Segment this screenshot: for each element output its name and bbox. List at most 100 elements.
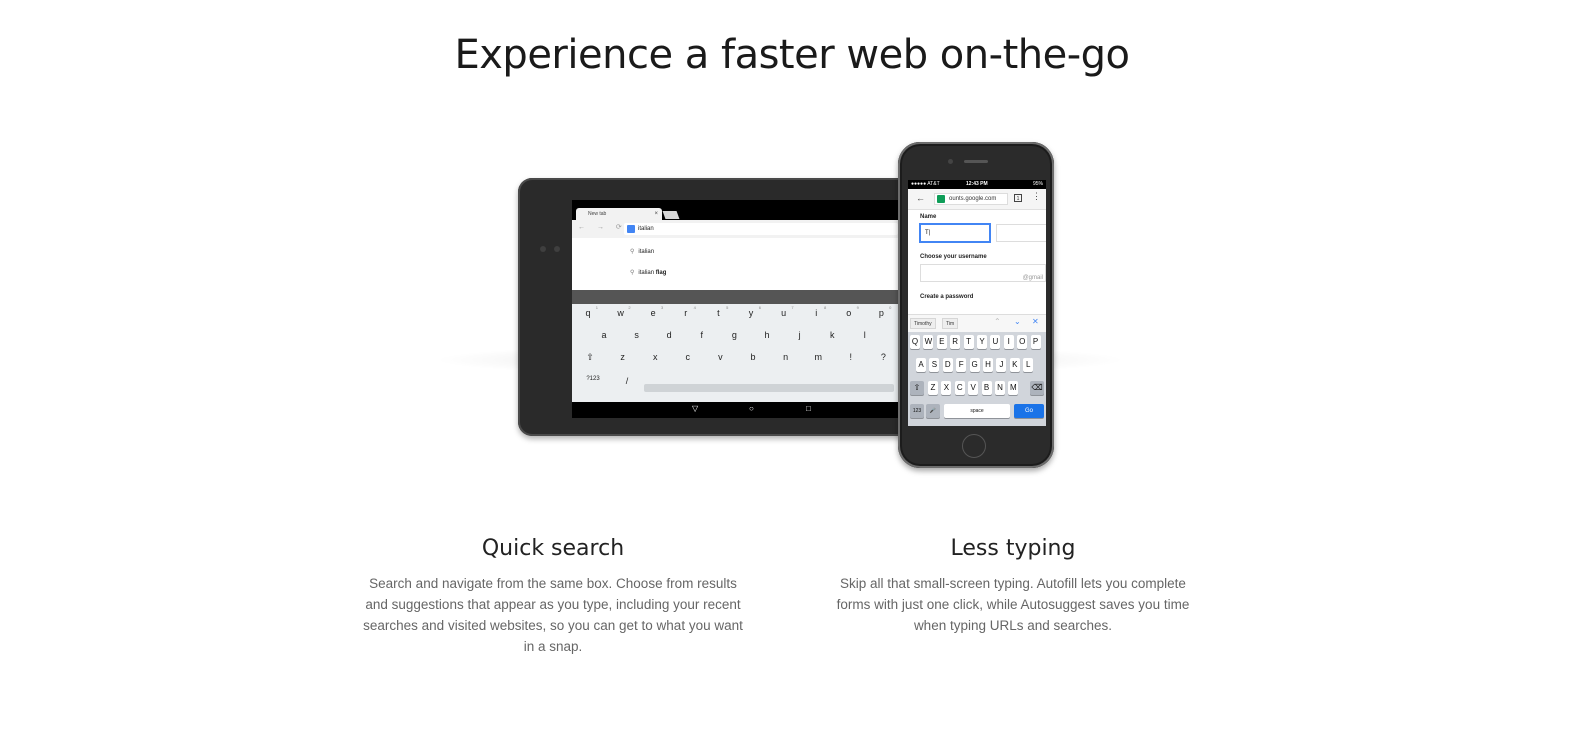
feature-description: Skip all that small-screen typing. Autof… bbox=[836, 576, 1190, 633]
phone-earpiece bbox=[964, 160, 988, 163]
tablet-key: w2 bbox=[617, 305, 631, 318]
feature-less-typing: Less typing Skip all that small-screen t… bbox=[823, 536, 1203, 636]
phone-key: Q bbox=[910, 335, 920, 349]
devices-illustration: New tab × ← → ⟳ italian ⚲ italian ⚲ italia… bbox=[420, 130, 1120, 480]
number-hint: 3 bbox=[660, 305, 664, 310]
chevron-down-icon: ⌄ bbox=[1014, 317, 1021, 326]
tablet-key: d bbox=[666, 330, 672, 340]
suggestion-text: italian bbox=[638, 249, 655, 255]
tablet-screen: New tab × ← → ⟳ italian ⚲ italian ⚲ italia… bbox=[572, 200, 902, 418]
search-icon: ⚲ bbox=[630, 270, 635, 276]
name-label: Name bbox=[920, 214, 937, 220]
autofill-chip: Timothy bbox=[910, 318, 936, 329]
tablet-key: f bbox=[700, 330, 704, 340]
gmail-suffix: @gmail bbox=[1022, 275, 1043, 281]
tablet-tab-bar: New tab × bbox=[572, 208, 902, 220]
page-headline: Experience a faster web on-the-go bbox=[454, 32, 1130, 78]
phone-device: ●●●●● AT&T 12:43 PM 95% ← ounts.google.c… bbox=[898, 142, 1054, 468]
phone-key: C bbox=[954, 381, 965, 395]
phone-key: A bbox=[916, 358, 926, 372]
tablet-omnibox: italian bbox=[624, 223, 898, 235]
phone-key: P bbox=[1030, 335, 1041, 349]
key-go: Go bbox=[1014, 404, 1044, 418]
tablet-key: ! bbox=[849, 352, 853, 362]
tablet-key: x bbox=[652, 352, 658, 362]
suggestion-item: ⚲ italian bbox=[630, 248, 654, 255]
battery-text: 95% bbox=[1032, 181, 1043, 187]
tablet-key: z bbox=[620, 352, 625, 362]
tablet-key: y6 bbox=[748, 305, 761, 318]
phone-key: D bbox=[942, 358, 953, 372]
tab-count-icon: 1 bbox=[1014, 194, 1022, 202]
tablet-keyboard-strip bbox=[572, 290, 902, 304]
phone-key: T bbox=[963, 335, 974, 349]
tablet-key: p0 bbox=[878, 305, 892, 318]
carrier-text: ●●●●● AT&T bbox=[911, 181, 940, 187]
suggestion-text: italian bbox=[638, 270, 655, 276]
feature-title: Less typing bbox=[950, 536, 1076, 561]
search-icon: ⚲ bbox=[630, 249, 635, 255]
tablet-camera bbox=[540, 246, 546, 252]
tablet-suggestions: ⚲ italian ⚲ italian flag bbox=[572, 238, 902, 290]
feature-title: Quick search bbox=[481, 536, 625, 561]
status-time: 12:43 PM bbox=[966, 181, 988, 187]
tablet-tab-title: New tab bbox=[588, 211, 607, 217]
number-hint: 2 bbox=[628, 305, 631, 310]
number-hint: 0 bbox=[889, 305, 892, 310]
username-label: Choose your username bbox=[920, 254, 987, 260]
recents-nav-icon: □ bbox=[806, 404, 811, 413]
tablet-toolbar: ← → ⟳ italian bbox=[572, 220, 902, 238]
tablet-key: k bbox=[829, 330, 835, 340]
key-space: space bbox=[944, 404, 1010, 418]
tablet-key: a bbox=[601, 330, 607, 340]
tablet-key: n bbox=[783, 352, 789, 362]
tablet-key: v bbox=[718, 352, 723, 362]
phone-key: B bbox=[981, 381, 992, 395]
tablet-omnibox-text: italian bbox=[638, 226, 654, 232]
phone-front-camera bbox=[948, 159, 953, 164]
back-arrow-icon: ← bbox=[916, 193, 925, 203]
feature-quick-search: Quick search Search and navigate from th… bbox=[363, 536, 743, 657]
phone-status-bar: ●●●●● AT&T 12:43 PM 95% bbox=[908, 180, 1046, 189]
phone-home-button bbox=[962, 434, 986, 458]
phone-key: F bbox=[956, 358, 967, 372]
phone-key: E bbox=[936, 335, 947, 349]
phone-key: K bbox=[1009, 358, 1020, 372]
tablet-key: c bbox=[685, 352, 691, 362]
number-hint: 8 bbox=[823, 305, 827, 310]
search-engine-icon bbox=[627, 225, 635, 233]
back-nav-icon: ▽ bbox=[692, 404, 699, 413]
last-name-field bbox=[996, 224, 1046, 242]
tablet-key: r4 bbox=[684, 305, 696, 318]
tablet-key: ? bbox=[880, 352, 886, 362]
tablet-key: t5 bbox=[717, 305, 729, 318]
phone-key: O bbox=[1017, 335, 1028, 349]
autofill-chip: Tim bbox=[942, 318, 959, 329]
phone-key: I bbox=[1003, 335, 1014, 349]
tablet-sensor bbox=[554, 246, 560, 252]
tab-close-icon: × bbox=[654, 211, 658, 217]
tablet-key: m bbox=[814, 352, 822, 362]
phone-omnibox: ounts.google.com bbox=[934, 193, 1008, 205]
key-123: 123 bbox=[910, 404, 924, 418]
suggestion-item: ⚲ italian flag bbox=[630, 269, 666, 276]
phone-key: ⌫ bbox=[1030, 381, 1044, 395]
number-hint: 1 bbox=[595, 305, 598, 310]
tablet-keyboard: q 1 w 2 e 3 r 4 t 5 y 6 u 7 i 8 o 9 p 0 a s d f g h j k l ⇧ z x c v b n m!??… bbox=[572, 304, 902, 402]
microphone-icon: 🎤 bbox=[926, 404, 940, 418]
tablet-key: ?123 bbox=[586, 376, 600, 382]
number-hint: 7 bbox=[791, 305, 794, 310]
password-label: Create a password bbox=[920, 294, 974, 300]
tablet-key: i8 bbox=[815, 305, 827, 318]
tablet-key: j bbox=[798, 330, 801, 340]
phone-keyboard: 123 🎤 space Go Q W E R T Y U I O P A S D F G H J K L ⇧ Z X C V B… bbox=[908, 332, 1046, 426]
phone-key: H bbox=[983, 358, 993, 372]
tablet-key: e3 bbox=[650, 305, 664, 318]
tablet-nav-bar: ▽ ○ □ bbox=[572, 402, 902, 418]
phone-key: V bbox=[968, 381, 979, 395]
tablet-key: l bbox=[863, 330, 866, 340]
feature-description: Search and navigate from the same box. C… bbox=[363, 576, 743, 654]
number-hint: 6 bbox=[758, 305, 761, 310]
tablet-key: b bbox=[750, 352, 756, 362]
phone-key: N bbox=[995, 381, 1005, 395]
